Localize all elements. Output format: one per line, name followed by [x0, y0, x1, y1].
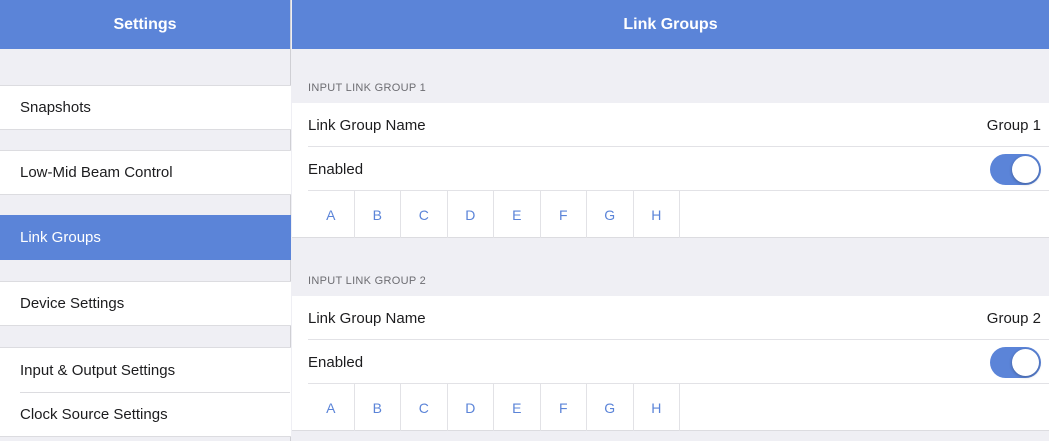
sidebar-item-label: Snapshots	[20, 99, 91, 116]
sidebar-item-input-output-settings[interactable]: Input & Output Settings	[0, 347, 291, 392]
sidebar-item-label: Link Groups	[20, 229, 101, 246]
link-group-name-label: Link Group Name	[308, 309, 426, 327]
sidebar-item-clock-source-settings[interactable]: Clock Source Settings	[0, 392, 291, 437]
settings-sidebar: Settings Snapshots Low-Mid Beam Control …	[0, 0, 291, 441]
link-groups-panel: Link Groups INPUT LINK GROUP 1 Link Grou…	[292, 0, 1049, 441]
channel-e-button[interactable]: E	[494, 384, 541, 431]
sidebar-item-device-settings[interactable]: Device Settings	[0, 281, 291, 326]
link-group-name-row-2[interactable]: Link Group Name Group 2	[292, 296, 1049, 340]
channel-b-button[interactable]: B	[355, 384, 401, 431]
channel-selector-row-1: A B C D E F G H	[292, 191, 1049, 238]
link-group-name-value: Group 1	[986, 116, 1041, 134]
enabled-label: Enabled	[308, 353, 364, 371]
sidebar-title: Settings	[0, 0, 290, 49]
section-title-group-1: INPUT LINK GROUP 1	[308, 82, 427, 94]
channel-c-button[interactable]: C	[401, 384, 448, 431]
enabled-label: Enabled	[308, 160, 364, 178]
section-title-group-2: INPUT LINK GROUP 2	[308, 275, 427, 287]
channel-a-button[interactable]: A	[308, 191, 355, 238]
channel-f-button[interactable]: F	[541, 384, 587, 431]
channel-d-button[interactable]: D	[448, 191, 494, 238]
channel-a-button[interactable]: A	[308, 384, 355, 431]
sidebar-item-low-mid-beam-control[interactable]: Low-Mid Beam Control	[0, 150, 291, 195]
sidebar-item-snapshots[interactable]: Snapshots	[0, 85, 291, 130]
page-title: Link Groups	[292, 0, 1049, 49]
channel-d-button[interactable]: D	[448, 384, 494, 431]
enabled-toggle-1[interactable]	[990, 153, 1041, 185]
channel-h-button[interactable]: H	[634, 191, 680, 238]
sidebar-divider	[20, 392, 290, 393]
enabled-toggle-2[interactable]	[990, 346, 1041, 378]
channel-g-button[interactable]: G	[587, 191, 634, 238]
toggle-knob	[1012, 155, 1039, 183]
sidebar-item-label: Device Settings	[20, 295, 125, 312]
sidebar-item-label: Clock Source Settings	[20, 405, 168, 423]
channel-e-button[interactable]: E	[494, 191, 541, 238]
sidebar-item-link-groups[interactable]: Link Groups	[0, 215, 291, 260]
enabled-row-1: Enabled	[292, 147, 1049, 191]
link-group-name-value: Group 2	[986, 309, 1041, 327]
channel-f-button[interactable]: F	[541, 191, 587, 238]
channel-c-button[interactable]: C	[401, 191, 448, 238]
channel-h-button[interactable]: H	[634, 384, 680, 431]
link-group-name-row-1[interactable]: Link Group Name Group 1	[292, 103, 1049, 147]
link-group-name-label: Link Group Name	[308, 116, 426, 134]
channel-g-button[interactable]: G	[587, 384, 634, 431]
channel-b-button[interactable]: B	[355, 191, 401, 238]
channel-selector-row-2: A B C D E F G H	[292, 384, 1049, 431]
toggle-knob	[1012, 348, 1039, 376]
sidebar-item-label: Low-Mid Beam Control	[20, 164, 173, 181]
enabled-row-2: Enabled	[292, 340, 1049, 384]
sidebar-item-label: Input & Output Settings	[20, 361, 176, 379]
